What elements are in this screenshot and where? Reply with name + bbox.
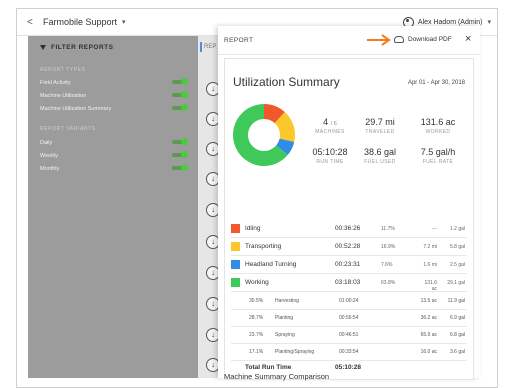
activity-row-idling: Idling 00:36:26 11.7% --- 1.2 gal [231,223,467,237]
stat-traveled: 29.7 mi TRAVELED [365,117,395,135]
filter-sidebar: FILTER REPORTS REPORT TYPES Field Activi… [28,36,198,378]
report-panel-title: REPORT [224,37,254,44]
toggle-switch[interactable] [172,164,188,171]
report-types-label: REPORT TYPES [40,67,86,73]
cloud-download-icon [394,36,404,43]
activity-row-transporting: Transporting 00:52:28 16.9% 7.2 mi 5.8 g… [231,241,467,255]
user-chevron-icon: ▾ [487,19,491,26]
stat-fuel-used: 38.6 gal FUEL USED [363,147,397,165]
stat-run-time: 05:10:28 RUN TIME [312,147,348,165]
machine-summary-comparison-heading: Machine Summary Comparison [224,372,330,381]
color-swatch [231,224,240,233]
option-monthly[interactable]: Monthly [40,164,188,172]
color-swatch [231,278,240,287]
option-machine-utilization-summary[interactable]: Machine Utilization Summary [40,104,188,112]
toggle-switch[interactable] [172,138,188,145]
activity-row-headland-turning: Headland Turning 00:23:31 7.6% 1.6 mi 2.… [231,259,467,273]
option-weekly[interactable]: Weekly [40,151,188,159]
stat-fuel-rate: 7.5 gal/h FUEL RATE [420,147,456,165]
download-pdf-button[interactable]: Download PDF [394,36,452,43]
stat-worked: 131.6 ac WORKED [420,117,456,135]
report-panel-header: REPORT Download PDF × [218,26,480,55]
stat-machines: 4 / 6 MACHINES [315,117,345,135]
summary-title: Utilization Summary [233,75,340,89]
filter-icon [40,45,46,50]
chevron-down-icon[interactable]: ▾ [122,18,126,26]
toggle-switch[interactable] [172,151,188,158]
filter-reports-header: FILTER REPORTS [40,44,114,51]
option-field-activity[interactable]: Field Activity [40,78,188,86]
utilization-donut-chart [233,104,295,166]
back-icon[interactable]: < [27,17,43,28]
arrow-right-icon [367,34,391,46]
report-list-tab[interactable]: REP [200,42,216,52]
option-machine-utilization[interactable]: Machine Utilization [40,91,188,99]
option-daily[interactable]: Daily [40,138,188,146]
total-label: Total Run Time [245,364,292,371]
breakdown-row-planting: 28.7% Planting 00:56:54 36.2 ac 6.9 gal [249,315,465,321]
activity-row-working: Working 03:18:03 63.8% 131.6 ac 29.1 gal [231,277,467,292]
color-swatch [231,260,240,269]
user-name: Alex Hadom (Admin) [417,18,483,26]
toggle-switch[interactable] [172,78,188,85]
total-value: 05:10:28 [335,364,362,371]
toggle-switch[interactable] [172,91,188,98]
breakdown-row-spraying: 23.7% Spraying 00:46:51 65.9 ac 6.8 gal [249,332,465,338]
breakdown-row-harvesting: 30.5% Harvesting 01:00:24 13.5 ac 11.9 g… [249,298,465,304]
report-panel: REPORT Download PDF × Utilization Summar… [218,26,480,381]
filter-title: FILTER REPORTS [51,44,114,51]
toggle-switch[interactable] [172,104,188,111]
report-variants-label: REPORT VARIANTS [40,126,96,132]
color-swatch [231,242,240,251]
download-pdf-label: Download PDF [408,36,452,43]
date-range: Apr 01 - Apr 30, 2018 [407,80,465,86]
app-title[interactable]: Farmobile Support [43,17,117,27]
utilization-summary-card: Utilization Summary Apr 01 - Apr 30, 201… [224,58,474,380]
close-icon[interactable]: × [465,33,471,45]
breakdown-row-planting-spraying: 17.1% Planting/Spraying 00:33:54 16.0 ac… [249,349,465,355]
